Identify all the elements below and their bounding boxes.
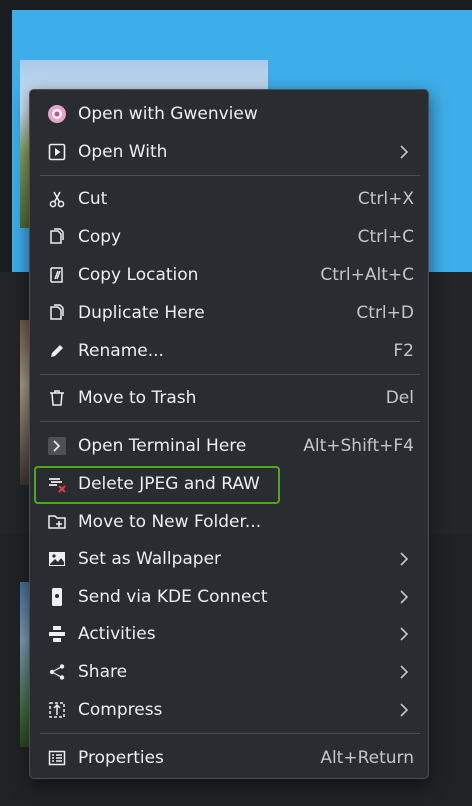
menu-item-open-with-gwenview[interactable]: Open with Gwenview [36,97,424,131]
terminal-icon [46,435,68,457]
chevron-right-icon [396,703,412,717]
menu-item-share[interactable]: Share [36,655,424,689]
menu-item-copy[interactable]: Copy Ctrl+C [36,220,424,254]
menu-item-duplicate-here[interactable]: Duplicate Here Ctrl+D [36,296,424,330]
menu-item-open-terminal-here[interactable]: Open Terminal Here Alt+Shift+F4 [36,429,424,463]
share-icon [46,661,68,683]
menu-item-properties[interactable]: Properties Alt+Return [36,741,424,775]
menu-item-open-with[interactable]: Open With [36,135,424,169]
kde-connect-icon [46,586,68,608]
chevron-right-icon [396,665,412,679]
context-menu: Open with Gwenview Open With Cut Ctrl+X … [29,89,429,779]
wallpaper-icon [46,548,68,570]
menu-separator [40,175,420,176]
properties-icon [46,747,68,769]
highlight-box [34,466,280,504]
chevron-right-icon [396,145,412,159]
copy-icon [46,226,68,248]
menu-separator [40,733,420,734]
menu-item-set-as-wallpaper[interactable]: Set as Wallpaper [36,542,424,576]
cut-icon [46,188,68,210]
compress-icon [46,699,68,721]
menu-item-compress[interactable]: Compress [36,693,424,727]
gwenview-icon [46,103,68,125]
chevron-right-icon [396,552,412,566]
copy-location-icon [46,264,68,286]
chevron-right-icon [396,590,412,604]
activities-icon [46,623,68,645]
menu-item-copy-location[interactable]: Copy Location Ctrl+Alt+C [36,258,424,292]
trash-icon [46,387,68,409]
menu-item-activities[interactable]: Activities [36,617,424,651]
rename-icon [46,340,68,362]
menu-item-move-to-new-folder[interactable]: Move to New Folder... [36,505,424,539]
menu-item-cut[interactable]: Cut Ctrl+X [36,182,424,216]
menu-item-move-to-trash[interactable]: Move to Trash Del [36,381,424,415]
menu-item-send-via-kde-connect[interactable]: Send via KDE Connect [36,580,424,614]
new-folder-icon [46,511,68,533]
menu-separator [40,374,420,375]
duplicate-icon [46,302,68,324]
chevron-right-icon [396,627,412,641]
menu-separator [40,421,420,422]
open-with-icon [46,141,68,163]
menu-item-rename[interactable]: Rename... F2 [36,334,424,368]
